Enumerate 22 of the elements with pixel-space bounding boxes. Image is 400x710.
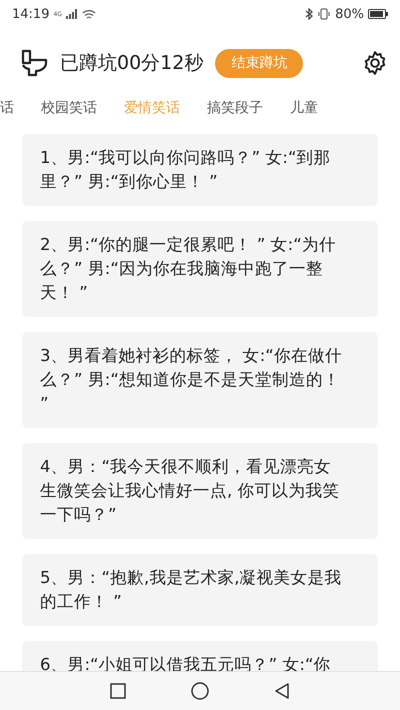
category-tab[interactable]: 校园笑话 bbox=[41, 99, 97, 117]
signal-icon bbox=[66, 9, 78, 19]
joke-card: 4、男：“我今天很不顺利，看见漂亮女生微笑会让我心情好一点, 你可以为我笑一下吗？” bbox=[22, 443, 378, 539]
category-tab[interactable]: 话 bbox=[0, 99, 14, 117]
wifi-icon bbox=[82, 8, 96, 20]
status-time: 14:19 bbox=[12, 6, 50, 22]
settings-icon[interactable] bbox=[362, 50, 388, 76]
battery-icon bbox=[368, 9, 388, 19]
back-icon[interactable] bbox=[274, 683, 290, 699]
category-tab[interactable]: 儿童 bbox=[290, 99, 318, 117]
joke-card: 3、男看着她衬衫的标签， 女:“你在做什么？” 男:“想知道你是不是天堂制造的！ ” bbox=[22, 332, 378, 428]
toilet-icon bbox=[20, 49, 50, 77]
recents-icon[interactable] bbox=[110, 683, 126, 699]
joke-card: 1、男:“我可以向你问路吗？” 女:“到那里？” 男:“到你心里！ ” bbox=[22, 134, 378, 206]
category-tab[interactable]: 搞笑段子 bbox=[207, 99, 263, 117]
battery-percent: 80% bbox=[335, 6, 364, 22]
vibrate-icon bbox=[317, 8, 332, 20]
timer-text: 已蹲坑00分12秒 bbox=[60, 51, 204, 76]
joke-card: 5、男：“抱歉,我是艺术家,凝视美女是我的工作！ ” bbox=[22, 554, 378, 626]
joke-card: 2、男:“你的腿一定很累吧！ ” 女:“为什么？” 男:“因为你在我脑海中跑了一整天！ ” bbox=[22, 221, 378, 317]
home-icon[interactable] bbox=[191, 682, 209, 700]
bluetooth-icon bbox=[305, 8, 314, 20]
